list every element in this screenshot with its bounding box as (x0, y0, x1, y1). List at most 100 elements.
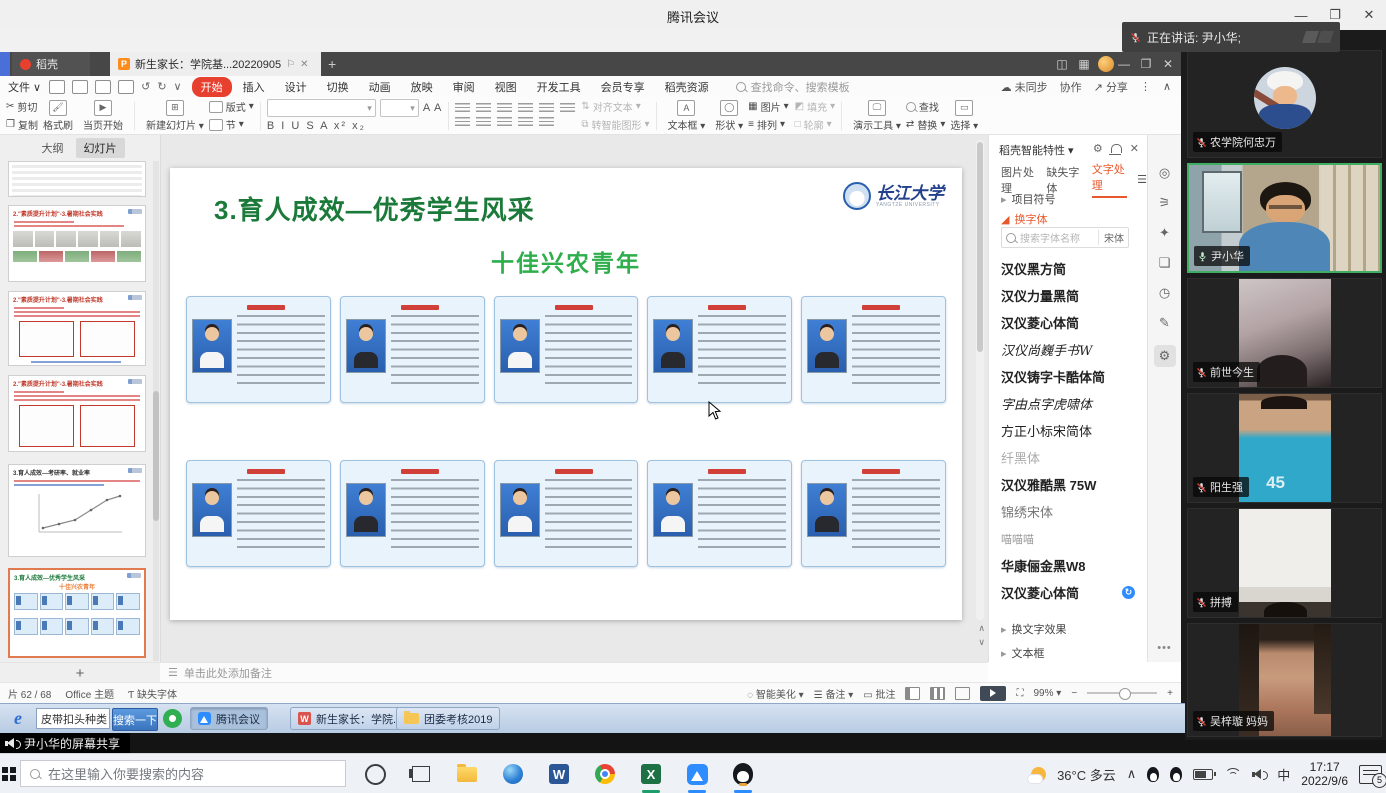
slide-thumbnail[interactable] (8, 161, 146, 197)
sync-status[interactable]: ☁ 未同步 (1001, 79, 1048, 95)
select-button[interactable]: ▭选择 ▾ (945, 100, 983, 132)
smartart-button[interactable]: ⧉ 转智能图形 ▾ (581, 117, 649, 132)
indent-increase-icon[interactable] (518, 103, 533, 114)
replace-button[interactable]: ⇄ 替换 ▾ (906, 117, 945, 132)
tab-document[interactable]: P 新生家长：学院基...20220905 ⚐ ✕ (110, 52, 321, 76)
copy-button[interactable]: ❐ 复制 (6, 117, 38, 132)
present-tools-button[interactable]: 🖵演示工具 ▾ (848, 100, 906, 132)
font-item[interactable]: 汉仪菱心体简 (1001, 309, 1135, 336)
slide-thumbnail[interactable]: 3.育人成效—考研率、就业率 (8, 464, 146, 557)
fit-icon[interactable]: ⛶ (1016, 688, 1023, 699)
slide-thumbnail-current[interactable]: 3.育人成效—优秀学生风采 十佳兴农青年 (8, 568, 146, 658)
preview-icon[interactable] (118, 80, 134, 94)
green-app-icon[interactable] (163, 709, 182, 728)
panel-close-icon[interactable]: ✕ (1130, 142, 1139, 155)
participant-tile[interactable]: 拼搏 (1187, 508, 1382, 618)
tab-text-process[interactable]: 文字处理 (1092, 161, 1127, 198)
format-buttons[interactable]: B I U S A x² x₂ (267, 120, 443, 132)
align-text-button[interactable]: ⇅ 对齐文本 ▾ (581, 99, 649, 114)
chrome-icon[interactable] (582, 754, 628, 793)
redo-icon[interactable]: ↻ (157, 80, 166, 93)
font-item[interactable]: 汉仪黑方简 (1001, 255, 1135, 282)
taskbar-search[interactable]: 在这里输入你要搜索的内容 (20, 760, 346, 787)
textbox-button[interactable]: A文本框 ▾ (663, 100, 711, 132)
beautify-button[interactable]: ◌ 智能美化 ▾ (747, 686, 804, 701)
section-button[interactable]: 节 ▾ (209, 117, 254, 132)
edit-note-icon[interactable]: ✎ (1157, 315, 1173, 331)
share-button[interactable]: ↗ 分享 (1094, 79, 1128, 95)
theme-label[interactable]: Office 主题 (65, 686, 114, 701)
notification-center-icon[interactable]: 5 (1359, 765, 1382, 784)
font-item[interactable]: 锦绣宋体 (1001, 498, 1135, 525)
tencent-meeting-icon[interactable] (674, 754, 720, 793)
pin-icon[interactable]: ⚐ (286, 59, 295, 70)
font-item[interactable]: 喵喵喵 (1001, 525, 1135, 552)
font-item[interactable]: 汉仪菱心体简↻ (1001, 579, 1135, 606)
next-slide-icon[interactable]: ∨ (978, 637, 985, 648)
tray-expand-icon[interactable]: ∧ (1127, 766, 1137, 782)
file-menu[interactable]: 文件 ∨ (8, 79, 41, 95)
idea-icon[interactable]: ◎ (1157, 165, 1173, 181)
slide-subtitle[interactable]: 十佳兴农青年 (170, 244, 962, 278)
tab-close-icon[interactable]: ✕ (300, 59, 308, 70)
ie-icon[interactable]: e (14, 708, 22, 729)
tab-insert[interactable]: 插入 (234, 77, 274, 97)
settings-sliders-icon[interactable]: ⚞ (1157, 195, 1173, 211)
zoom-in-icon[interactable]: + (1167, 688, 1173, 699)
tab-design[interactable]: 设计 (276, 77, 316, 97)
battery-icon[interactable] (1193, 769, 1213, 780)
slide-thumbnail[interactable]: 2."素质提升计划"-3.暑期社会实践 (8, 291, 146, 366)
notes-button[interactable]: ☰ 备注 ▾ (814, 686, 854, 701)
zoom-level[interactable]: 99% ▾ (1033, 688, 1061, 699)
wps-close-icon[interactable]: ✕ (1155, 52, 1181, 76)
font-item[interactable]: 汉仪雅酷黑 75W (1001, 471, 1135, 498)
tab-review[interactable]: 审阅 (444, 77, 484, 97)
smart-feature-icon[interactable]: ⚙ (1154, 345, 1176, 367)
more-dots-icon[interactable]: ⋮ (1140, 80, 1151, 93)
panel-menu-icon[interactable]: ☰ (1137, 173, 1147, 186)
picture-button[interactable]: ▦ 图片 ▾ (748, 99, 788, 114)
collaborate-button[interactable]: 协作 (1060, 79, 1082, 95)
text-direction-icon[interactable] (560, 103, 575, 114)
qat-more-icon[interactable]: ∨ (174, 80, 182, 93)
participant-tile[interactable]: 尹小华 (1187, 163, 1382, 273)
font-item[interactable]: 字由点字虎啸体 (1001, 390, 1135, 417)
reading-view-icon[interactable] (955, 687, 970, 700)
volume-icon[interactable] (1251, 768, 1266, 781)
font-item[interactable]: 华康俪金黑W8 (1001, 552, 1135, 579)
section-bullets[interactable]: ▸ 项目符号 (1001, 191, 1056, 207)
tab-slideshow[interactable]: 放映 (402, 77, 442, 97)
canvas-scrollbar[interactable] (976, 140, 984, 620)
student-card[interactable] (340, 296, 485, 403)
tab-member[interactable]: 会员专享 (592, 77, 654, 97)
slide[interactable]: 3.育人成效—优秀学生风采 十佳兴农青年 长江大学 YANGTZE UNIVER… (170, 168, 962, 620)
prev-slide-icon[interactable]: ∧ (978, 623, 985, 634)
ime-indicator[interactable]: 中 (1277, 765, 1290, 784)
excel-icon[interactable]: X (628, 754, 674, 793)
number-list-icon[interactable] (476, 103, 491, 114)
participant-tile[interactable]: 吴梓璇 妈妈 (1187, 623, 1382, 737)
bell-icon[interactable] (1111, 144, 1122, 153)
tab-transition[interactable]: 切换 (318, 77, 358, 97)
add-slide-button[interactable]: + (0, 662, 160, 683)
tab-slides[interactable]: 幻灯片 (76, 138, 125, 158)
close-icon[interactable]: ✕ (1352, 0, 1386, 30)
section-swap-font[interactable]: ◢ 换字体 (1001, 211, 1047, 227)
ie-search-button[interactable]: 搜索一下 (112, 708, 158, 731)
tab-daoke-res[interactable]: 稻壳资源 (656, 77, 718, 97)
section-textbox[interactable]: ▸ 文本框 (1001, 645, 1045, 661)
qq-tray-icon[interactable] (1147, 767, 1159, 782)
command-search[interactable]: 查找命令、搜索模板 (736, 79, 850, 95)
student-card[interactable] (647, 460, 792, 567)
tab-daoke[interactable]: 稻壳 (12, 52, 90, 76)
undo-icon[interactable]: ↺ (141, 80, 150, 93)
align-right-icon[interactable] (497, 117, 512, 128)
cut-button[interactable]: ✂ 剪切 (6, 99, 38, 114)
play-from-here-button[interactable]: ▶当页开始 (78, 100, 128, 132)
task-meeting[interactable]: 腾讯会议 (190, 707, 268, 730)
collapse-ribbon-icon[interactable]: ∧ (1163, 80, 1171, 93)
student-card[interactable] (186, 296, 331, 403)
weather-text[interactable]: 36°C 多云 (1057, 765, 1116, 784)
tab-outline[interactable]: 大纲 (36, 138, 70, 158)
sorter-view-icon[interactable] (930, 687, 945, 700)
